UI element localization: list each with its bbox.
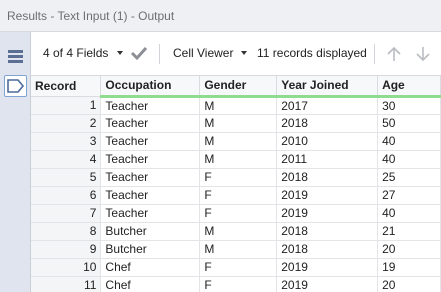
gender-cell[interactable]: F	[199, 186, 278, 205]
age-cell[interactable]: 40	[377, 204, 441, 223]
gender-cell[interactable]: F	[199, 258, 278, 277]
table-row[interactable]: 3 Teacher M 2010 40	[31, 132, 441, 151]
gender-cell[interactable]: M	[199, 240, 278, 259]
record-cell[interactable]: 8	[31, 222, 102, 241]
results-table: Record Occupation Gender Year Joined Age…	[31, 76, 441, 292]
results-toolbar: 4 of 4 Fields Cell Viewer 11 records dis…	[31, 32, 441, 76]
age-cell[interactable]: 50	[377, 114, 441, 133]
gender-cell[interactable]: M	[199, 222, 278, 241]
record-cell[interactable]: 11	[31, 276, 102, 292]
occupation-cell[interactable]: Teacher	[100, 150, 201, 169]
year-joined-cell[interactable]: 2019	[276, 204, 379, 223]
record-cell[interactable]: 4	[31, 150, 102, 169]
record-cell[interactable]: 9	[31, 240, 102, 259]
gender-cell[interactable]: F	[199, 204, 278, 223]
table-row[interactable]: 6 Teacher F 2019 27	[31, 186, 441, 205]
gender-cell[interactable]: M	[199, 114, 278, 133]
gender-cell[interactable]: F	[199, 276, 278, 292]
age-cell[interactable]: 30	[377, 96, 441, 115]
occupation-cell[interactable]: Chef	[100, 258, 201, 277]
occupation-cell[interactable]: Teacher	[100, 168, 201, 187]
year-joined-cell[interactable]: 2019	[276, 258, 379, 277]
year-joined-cell[interactable]: 2011	[276, 150, 379, 169]
window-title: Results - Text Input (1) - Output	[7, 9, 175, 23]
column-header-occupation[interactable]: Occupation	[100, 76, 201, 98]
age-cell[interactable]: 40	[377, 150, 441, 169]
cell-viewer-selector[interactable]: Cell Viewer	[173, 46, 233, 60]
gender-cell[interactable]: M	[199, 150, 278, 169]
record-cell[interactable]: 10	[31, 258, 102, 277]
viewer-dropdown-chevron-icon[interactable]	[241, 51, 247, 55]
table-row[interactable]: 4 Teacher M 2011 40	[31, 150, 441, 169]
year-joined-cell[interactable]: 2019	[276, 186, 379, 205]
table-row[interactable]: 9 Butcher M 2018 20	[31, 240, 441, 259]
record-cell[interactable]: 7	[31, 204, 102, 223]
fields-dropdown-chevron-icon[interactable]	[117, 51, 123, 55]
list-icon[interactable]	[4, 46, 27, 68]
year-joined-cell[interactable]: 2019	[276, 276, 379, 292]
gender-cell[interactable]: M	[199, 96, 278, 115]
tag-icon[interactable]	[4, 75, 27, 97]
age-cell[interactable]: 20	[377, 240, 441, 259]
year-joined-cell[interactable]: 2018	[276, 168, 379, 187]
column-header-year-joined[interactable]: Year Joined	[276, 76, 379, 98]
age-cell[interactable]: 27	[377, 186, 441, 205]
occupation-cell[interactable]: Teacher	[100, 204, 201, 223]
results-grid[interactable]: Record Occupation Gender Year Joined Age…	[31, 76, 441, 292]
record-cell[interactable]: 2	[31, 114, 102, 133]
year-joined-cell[interactable]: 2010	[276, 132, 379, 151]
title-bar: Results - Text Input (1) - Output	[0, 0, 441, 32]
year-joined-cell[interactable]: 2018	[276, 114, 379, 133]
fields-selector[interactable]: 4 of 4 Fields	[43, 46, 108, 60]
column-header-gender[interactable]: Gender	[199, 76, 278, 98]
occupation-cell[interactable]: Teacher	[100, 96, 201, 115]
table-row[interactable]: 11 Chef F 2019 20	[31, 276, 441, 292]
age-cell[interactable]: 25	[377, 168, 441, 187]
year-joined-cell[interactable]: 2018	[276, 240, 379, 259]
table-row[interactable]: 8 Butcher M 2018 21	[31, 222, 441, 241]
age-cell[interactable]: 19	[377, 258, 441, 277]
record-cell[interactable]: 3	[31, 132, 102, 151]
records-status: 11 records displayed	[257, 46, 367, 60]
table-body: 1 Teacher M 2017 30 2 Teacher M 2018 50 3 Teacher M 2…	[31, 96, 441, 292]
toolbar-divider	[374, 44, 375, 64]
toolbar-divider	[159, 44, 160, 64]
occupation-cell[interactable]: Teacher	[100, 132, 201, 151]
table-header-row: Record Occupation Gender Year Joined Age	[31, 76, 441, 98]
record-cell[interactable]: 5	[31, 168, 102, 187]
occupation-cell[interactable]: Butcher	[100, 222, 201, 241]
record-cell[interactable]: 6	[31, 186, 102, 205]
table-row[interactable]: 10 Chef F 2019 19	[31, 258, 441, 277]
age-cell[interactable]: 20	[377, 276, 441, 292]
age-cell[interactable]: 21	[377, 222, 441, 241]
occupation-cell[interactable]: Chef	[100, 276, 201, 292]
arrow-down-icon[interactable]	[415, 46, 431, 65]
checkmark-icon[interactable]	[130, 44, 148, 65]
table-row[interactable]: 7 Teacher F 2019 40	[31, 204, 441, 223]
occupation-cell[interactable]: Butcher	[100, 240, 201, 259]
table-row[interactable]: 2 Teacher M 2018 50	[31, 114, 441, 133]
left-sidebar	[0, 32, 31, 292]
age-cell[interactable]: 40	[377, 132, 441, 151]
occupation-cell[interactable]: Teacher	[100, 114, 201, 133]
gender-cell[interactable]: M	[199, 132, 278, 151]
record-cell[interactable]: 1	[31, 96, 102, 115]
arrow-up-icon[interactable]	[386, 46, 402, 65]
year-joined-cell[interactable]: 2017	[276, 96, 379, 115]
gender-cell[interactable]: F	[199, 168, 278, 187]
occupation-cell[interactable]: Teacher	[100, 186, 201, 205]
table-row[interactable]: 5 Teacher F 2018 25	[31, 168, 441, 187]
year-joined-cell[interactable]: 2018	[276, 222, 379, 241]
table-row[interactable]: 1 Teacher M 2017 30	[31, 96, 441, 115]
column-header-age[interactable]: Age	[377, 76, 441, 98]
column-header-record[interactable]: Record	[31, 76, 102, 97]
